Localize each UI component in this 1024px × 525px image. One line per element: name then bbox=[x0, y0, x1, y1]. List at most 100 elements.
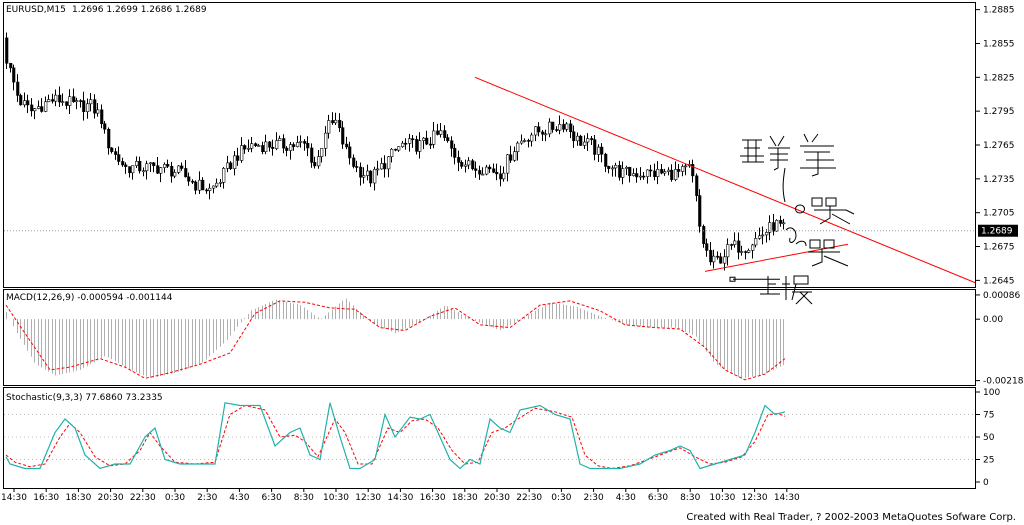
candle-body bbox=[551, 121, 555, 130]
candle-body bbox=[628, 166, 632, 176]
time-tick-label: 8:30 bbox=[294, 493, 314, 503]
candle-body bbox=[250, 143, 254, 149]
candle-body bbox=[383, 163, 387, 170]
candle-body bbox=[40, 106, 44, 112]
candle-body bbox=[562, 124, 566, 130]
candle-body bbox=[387, 156, 391, 170]
candle-body bbox=[292, 144, 296, 147]
candle-body bbox=[219, 182, 223, 184]
candle-body bbox=[747, 250, 751, 253]
time-axis: 14:30 16:30 18:30 20:30 22:30 0:30 2:30 4:30 6:3… bbox=[1, 488, 800, 503]
candle-body bbox=[415, 139, 419, 152]
candle-body bbox=[527, 140, 531, 142]
candle-body bbox=[68, 96, 72, 106]
candle-body bbox=[376, 168, 380, 171]
candle-body bbox=[19, 95, 23, 106]
macd-panel bbox=[3, 289, 976, 386]
candle-body bbox=[324, 132, 328, 149]
candle-body bbox=[422, 137, 426, 141]
candle-body bbox=[726, 244, 730, 258]
candle-body bbox=[495, 172, 499, 175]
trading-chart: 1.2885 1.2855 1.2825 1.2795 1.2765 1.2735 1.27… bbox=[1, 2, 1024, 523]
candle-body bbox=[457, 157, 461, 163]
candle-body bbox=[436, 130, 440, 135]
candle-body bbox=[341, 127, 345, 145]
candle-body bbox=[723, 256, 727, 264]
price-axis: 1.2885 1.2855 1.2825 1.2795 1.2765 1.2735 1.27… bbox=[975, 6, 1015, 286]
candle-body bbox=[261, 145, 265, 153]
candle-body bbox=[317, 156, 321, 167]
candle-body bbox=[667, 169, 671, 172]
candle-body bbox=[320, 147, 324, 157]
time-tick-label: 4:30 bbox=[616, 493, 636, 503]
candle-body bbox=[618, 164, 622, 178]
candle-body bbox=[733, 240, 737, 245]
candle-body bbox=[607, 166, 611, 169]
candle-body bbox=[79, 100, 83, 102]
time-tick-label: 8:30 bbox=[680, 493, 700, 503]
candle-body bbox=[548, 121, 552, 135]
candle-body bbox=[705, 243, 709, 251]
candle-body bbox=[754, 238, 758, 246]
candle-body bbox=[334, 119, 338, 124]
candle-body bbox=[649, 169, 653, 172]
candle-body bbox=[163, 164, 167, 168]
time-tick-label: 6:30 bbox=[648, 493, 668, 503]
candle-body bbox=[632, 173, 636, 176]
candle-body bbox=[107, 128, 111, 149]
candle-body bbox=[110, 147, 114, 152]
candle-body bbox=[142, 170, 146, 173]
candle-body bbox=[299, 141, 303, 143]
candle-body bbox=[478, 170, 482, 175]
candle-body bbox=[16, 81, 20, 96]
candle-body bbox=[677, 169, 681, 172]
candle-body bbox=[58, 94, 62, 103]
candle-body bbox=[9, 62, 13, 69]
candle-body bbox=[338, 119, 342, 128]
candle-body bbox=[782, 222, 786, 225]
candle-body bbox=[684, 165, 688, 168]
candle-body bbox=[432, 130, 436, 145]
time-tick-label: 14:30 bbox=[1, 493, 27, 503]
current-price-label: 1.2689 bbox=[981, 227, 1013, 237]
price-header-ohlc: 1.2696 1.2699 1.2686 1.2689 bbox=[72, 5, 207, 15]
candle-body bbox=[51, 99, 55, 102]
candle-body bbox=[355, 166, 359, 168]
candle-body bbox=[597, 146, 601, 155]
candle-body bbox=[222, 168, 226, 183]
candle-body bbox=[215, 182, 219, 187]
candle-body bbox=[152, 162, 156, 166]
candle-body bbox=[47, 99, 51, 103]
candle-body bbox=[114, 151, 118, 155]
macd-tick-label: -0.00218 bbox=[983, 377, 1024, 387]
candle-body bbox=[345, 143, 349, 148]
candle-body bbox=[82, 100, 86, 112]
candle-body bbox=[306, 143, 310, 149]
candle-body bbox=[499, 173, 503, 180]
price-tick-label: 1.2765 bbox=[983, 141, 1015, 151]
time-tick-label: 14:30 bbox=[387, 493, 413, 503]
candle-body bbox=[502, 172, 506, 180]
candle-body bbox=[37, 106, 41, 109]
stochastic-tick-label: 100 bbox=[983, 388, 1000, 398]
time-tick-label: 18:30 bbox=[65, 493, 91, 503]
candle-body bbox=[331, 120, 335, 124]
candle-body bbox=[779, 219, 783, 224]
candle-body bbox=[590, 138, 594, 141]
time-tick-label: 10:30 bbox=[323, 493, 349, 503]
candle-body bbox=[600, 146, 604, 155]
candle-body bbox=[474, 168, 478, 171]
candle-body bbox=[135, 161, 139, 166]
time-tick-label: 22:30 bbox=[130, 493, 156, 503]
time-tick-label: 20:30 bbox=[98, 493, 124, 503]
candle-body bbox=[54, 94, 58, 102]
time-tick-label: 0:30 bbox=[551, 493, 571, 503]
candle-body bbox=[61, 101, 65, 103]
candle-body bbox=[271, 146, 275, 149]
candle-body bbox=[611, 167, 615, 170]
candle-body bbox=[23, 100, 27, 106]
candle-body bbox=[492, 168, 496, 173]
candle-body bbox=[674, 169, 678, 180]
candle-body bbox=[170, 166, 174, 177]
candle-body bbox=[439, 130, 443, 135]
